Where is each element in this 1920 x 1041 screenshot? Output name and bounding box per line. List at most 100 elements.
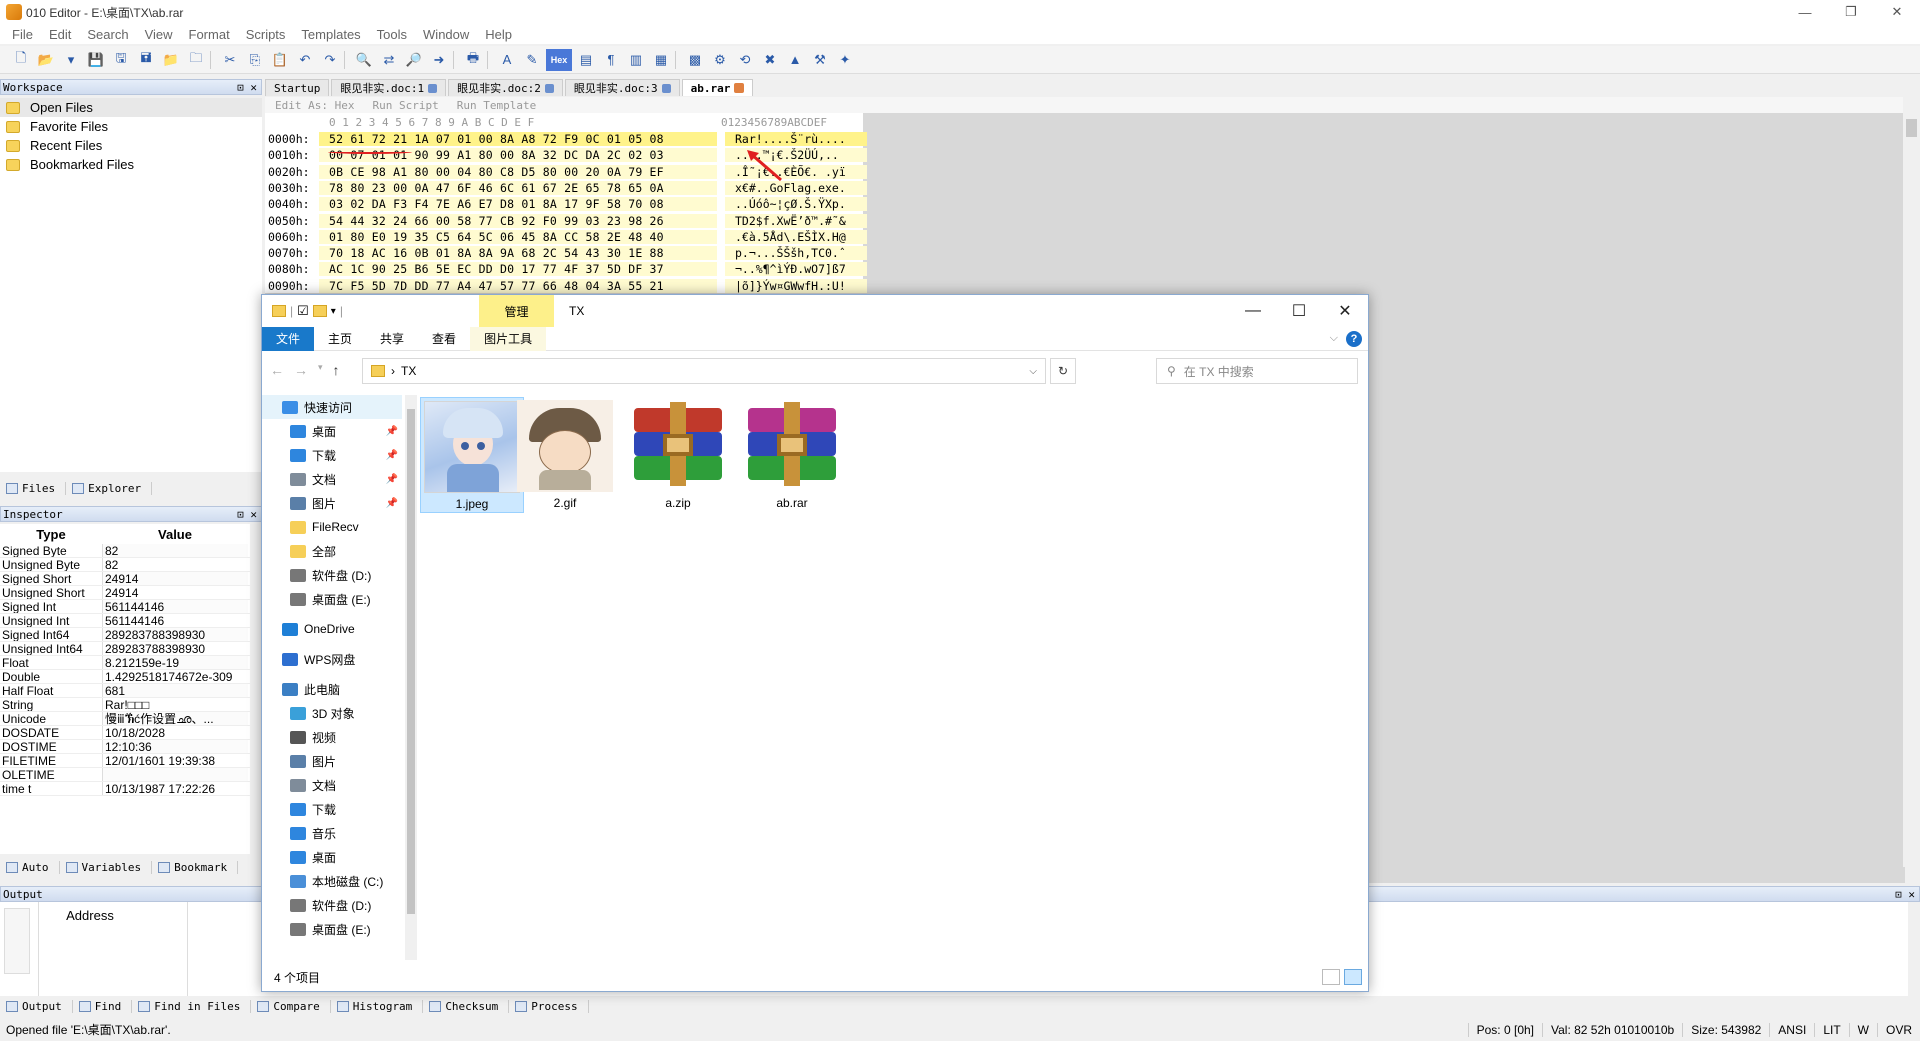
save-icon[interactable]: 💾 [85, 49, 107, 71]
back-arrow-icon[interactable]: ← [270, 362, 284, 378]
calculator-icon[interactable]: ▩ [684, 49, 706, 71]
nav-item[interactable]: 此电脑 [262, 677, 402, 701]
replace-icon[interactable]: ⇄ [378, 49, 400, 71]
menu-search[interactable]: Search [79, 27, 136, 42]
inspector-value[interactable]: 12/01/1601 19:39:38 [102, 754, 248, 767]
inspector-value[interactable] [102, 768, 248, 781]
editor-tab[interactable]: ab.rar [681, 79, 754, 96]
workspace-item-favorite-files[interactable]: Favorite Files [0, 117, 262, 136]
inspector-row[interactable]: time t 10/13/1987 17:22:26 [0, 782, 250, 796]
menu-scripts[interactable]: Scripts [238, 27, 294, 42]
output-tab[interactable]: Output [0, 999, 73, 1013]
output-side-button[interactable] [4, 908, 30, 974]
close-button[interactable]: ✕ [1874, 0, 1920, 24]
manage-context-tab[interactable]: 管理 [479, 295, 554, 327]
pin-icon[interactable]: 📌 [386, 498, 398, 509]
hex-bytes[interactable]: 0B CE 98 A1 80 00 04 80 C8 D5 80 00 20 0… [319, 164, 717, 179]
folder-icon[interactable] [272, 305, 286, 317]
nav-item[interactable]: 快速访问 [262, 395, 402, 419]
hex-row[interactable]: 0070h: 70 18 AC 16 0B 01 8A 8A 9A 68 2C 5… [265, 245, 867, 261]
nav-item[interactable]: 桌面 📌 [262, 419, 402, 443]
redo-icon[interactable]: ↷ [319, 49, 341, 71]
columns-icon[interactable]: ▥ [625, 49, 647, 71]
file-item-2-gif[interactable]: 2.gif [513, 397, 617, 513]
find-in-files-icon[interactable]: 🔎 [403, 49, 425, 71]
inspector-row[interactable]: Float 8.212159e-19 [0, 656, 250, 670]
hex-row[interactable]: 0040h: 03 02 DA F3 F4 7E A6 E7 D8 01 8A 1… [265, 196, 867, 212]
inspector-row[interactable]: Unsigned Byte 82 [0, 558, 250, 572]
nav-item[interactable]: 下载 📌 [262, 443, 402, 467]
new-file-icon[interactable]: 🗋 [10, 49, 32, 71]
chevron-down-icon[interactable]: ⌵ [1029, 366, 1037, 377]
inspector-value[interactable]: 82 [102, 558, 248, 571]
address-bar[interactable]: › TX ⌵ [362, 358, 1046, 384]
nav-item[interactable]: 文档 [262, 773, 402, 797]
output-tab[interactable]: Process [509, 999, 589, 1013]
output-tab[interactable]: Histogram [331, 999, 424, 1013]
hex-bytes[interactable]: 70 18 AC 16 0B 01 8A 8A 9A 68 2C 54 43 3… [319, 246, 717, 261]
nav-item[interactable]: 文档 📌 [262, 467, 402, 491]
highlight-icon[interactable]: ✎ [521, 49, 543, 71]
minimize-button[interactable]: — [1782, 0, 1828, 24]
tab-variables[interactable]: Variables [60, 860, 153, 874]
inspector-value[interactable]: 82 [102, 544, 248, 557]
maximize-button[interactable]: ☐ [1276, 295, 1322, 327]
hex-bytes[interactable]: 78 80 23 00 0A 47 6F 46 6C 61 67 2E 65 7… [319, 180, 717, 195]
nav-item[interactable]: WPS网盘 [262, 647, 402, 671]
hex-mode-button[interactable]: Hex [546, 48, 572, 71]
hex-content[interactable]: 0 1 2 3 4 5 6 7 8 9 A B C D E F 01234567… [265, 113, 867, 293]
nav-item[interactable]: 软件盘 (D:) [262, 563, 402, 587]
chevron-down-icon[interactable]: ⌵ [1330, 332, 1338, 345]
paragraph-icon[interactable]: ¶ [600, 49, 622, 71]
tab-bookmark[interactable]: Bookmark [152, 860, 239, 874]
workspace-item-open-files[interactable]: Open Files [0, 98, 262, 117]
nav-item[interactable]: 桌面盘 (E:) [262, 917, 402, 941]
output-tab[interactable]: Find in Files [132, 999, 252, 1013]
inspector-col-value[interactable]: Value [102, 527, 248, 542]
hex-row[interactable]: 0060h: 01 80 E0 19 35 C5 64 5C 06 45 8A C… [265, 229, 867, 245]
inspector-row[interactable]: Unsigned Short 24914 [0, 586, 250, 600]
nav-item[interactable]: 桌面盘 (E:) [262, 587, 402, 611]
inspector-value[interactable]: 289283788398930 [102, 628, 248, 641]
script-icon[interactable]: ⟲ [734, 49, 756, 71]
hex-ascii[interactable]: .€à.5Åd\.EŠÌX.H@ [725, 229, 867, 244]
hex-bytes[interactable]: 52 61 72 21 1A 07 01 00 8A A8 72 F9 0C 0… [319, 132, 717, 146]
inspector-value[interactable]: 8.212159e-19 [102, 656, 248, 669]
status-overwrite[interactable]: OVR [1876, 1022, 1920, 1037]
copy-icon[interactable]: ⎘ [244, 49, 266, 71]
hex-ascii[interactable]: ..Úóô~¦çØ.Š.ŸXp. [725, 197, 867, 212]
tab-files[interactable]: Files [0, 481, 67, 495]
save-as-icon[interactable]: 🖫 [110, 49, 132, 71]
breadcrumb-tx[interactable]: TX [401, 364, 416, 378]
file-item-ab-rar[interactable]: ab.rar [740, 397, 844, 513]
nav-item[interactable]: 全部 [262, 539, 402, 563]
inspector-row[interactable]: Half Float 681 [0, 684, 250, 698]
workspace-item-bookmarked-files[interactable]: Bookmarked Files [0, 155, 262, 174]
inspector-value[interactable]: 289283788398930 [102, 642, 248, 655]
status-endian[interactable]: LIT [1814, 1022, 1848, 1037]
inspector-value[interactable]: 24914 [102, 586, 248, 599]
hex-ascii[interactable]: p.¬...ŠŠšh,TC0.ˆ [725, 246, 867, 261]
tools-icon[interactable]: ✖ [759, 49, 781, 71]
open-file-icon[interactable]: 📂 [35, 49, 57, 71]
inspector-row[interactable]: DOSDATE 10/18/2028 [0, 726, 250, 740]
nav-item[interactable]: 图片 [262, 749, 402, 773]
nav-pane-scrollbar[interactable] [405, 395, 417, 960]
font-icon[interactable]: A [496, 49, 518, 71]
menu-tools[interactable]: Tools [369, 27, 415, 42]
goto-icon[interactable]: ➜ [428, 49, 450, 71]
hex-ascii[interactable]: ¬..%¶^ìÝÐ.wO7]ß7 [725, 262, 867, 277]
pin-icon[interactable]: 📌 [386, 450, 398, 461]
chevron-down-icon[interactable]: ▾ [331, 306, 336, 317]
editor-tab[interactable]: 眼见非实.doc:3 [564, 79, 680, 96]
workspace-item-recent-files[interactable]: Recent Files [0, 136, 262, 155]
find-icon[interactable]: 🔍 [353, 49, 375, 71]
output-tab[interactable]: Compare [251, 999, 331, 1013]
status-encoding[interactable]: ANSI [1769, 1022, 1814, 1037]
search-input[interactable]: ⚲ 在 TX 中搜索 [1156, 358, 1358, 384]
inspector-value[interactable]: 10/18/2028 [102, 726, 248, 739]
nav-item[interactable]: 桌面 [262, 845, 402, 869]
inspector-row[interactable]: Unsigned Int 561144146 [0, 614, 250, 628]
open-folder-icon[interactable]: 📁 [160, 49, 182, 71]
hex-ascii[interactable]: TD2$f.XwË’ð™.#˜& [725, 213, 867, 228]
